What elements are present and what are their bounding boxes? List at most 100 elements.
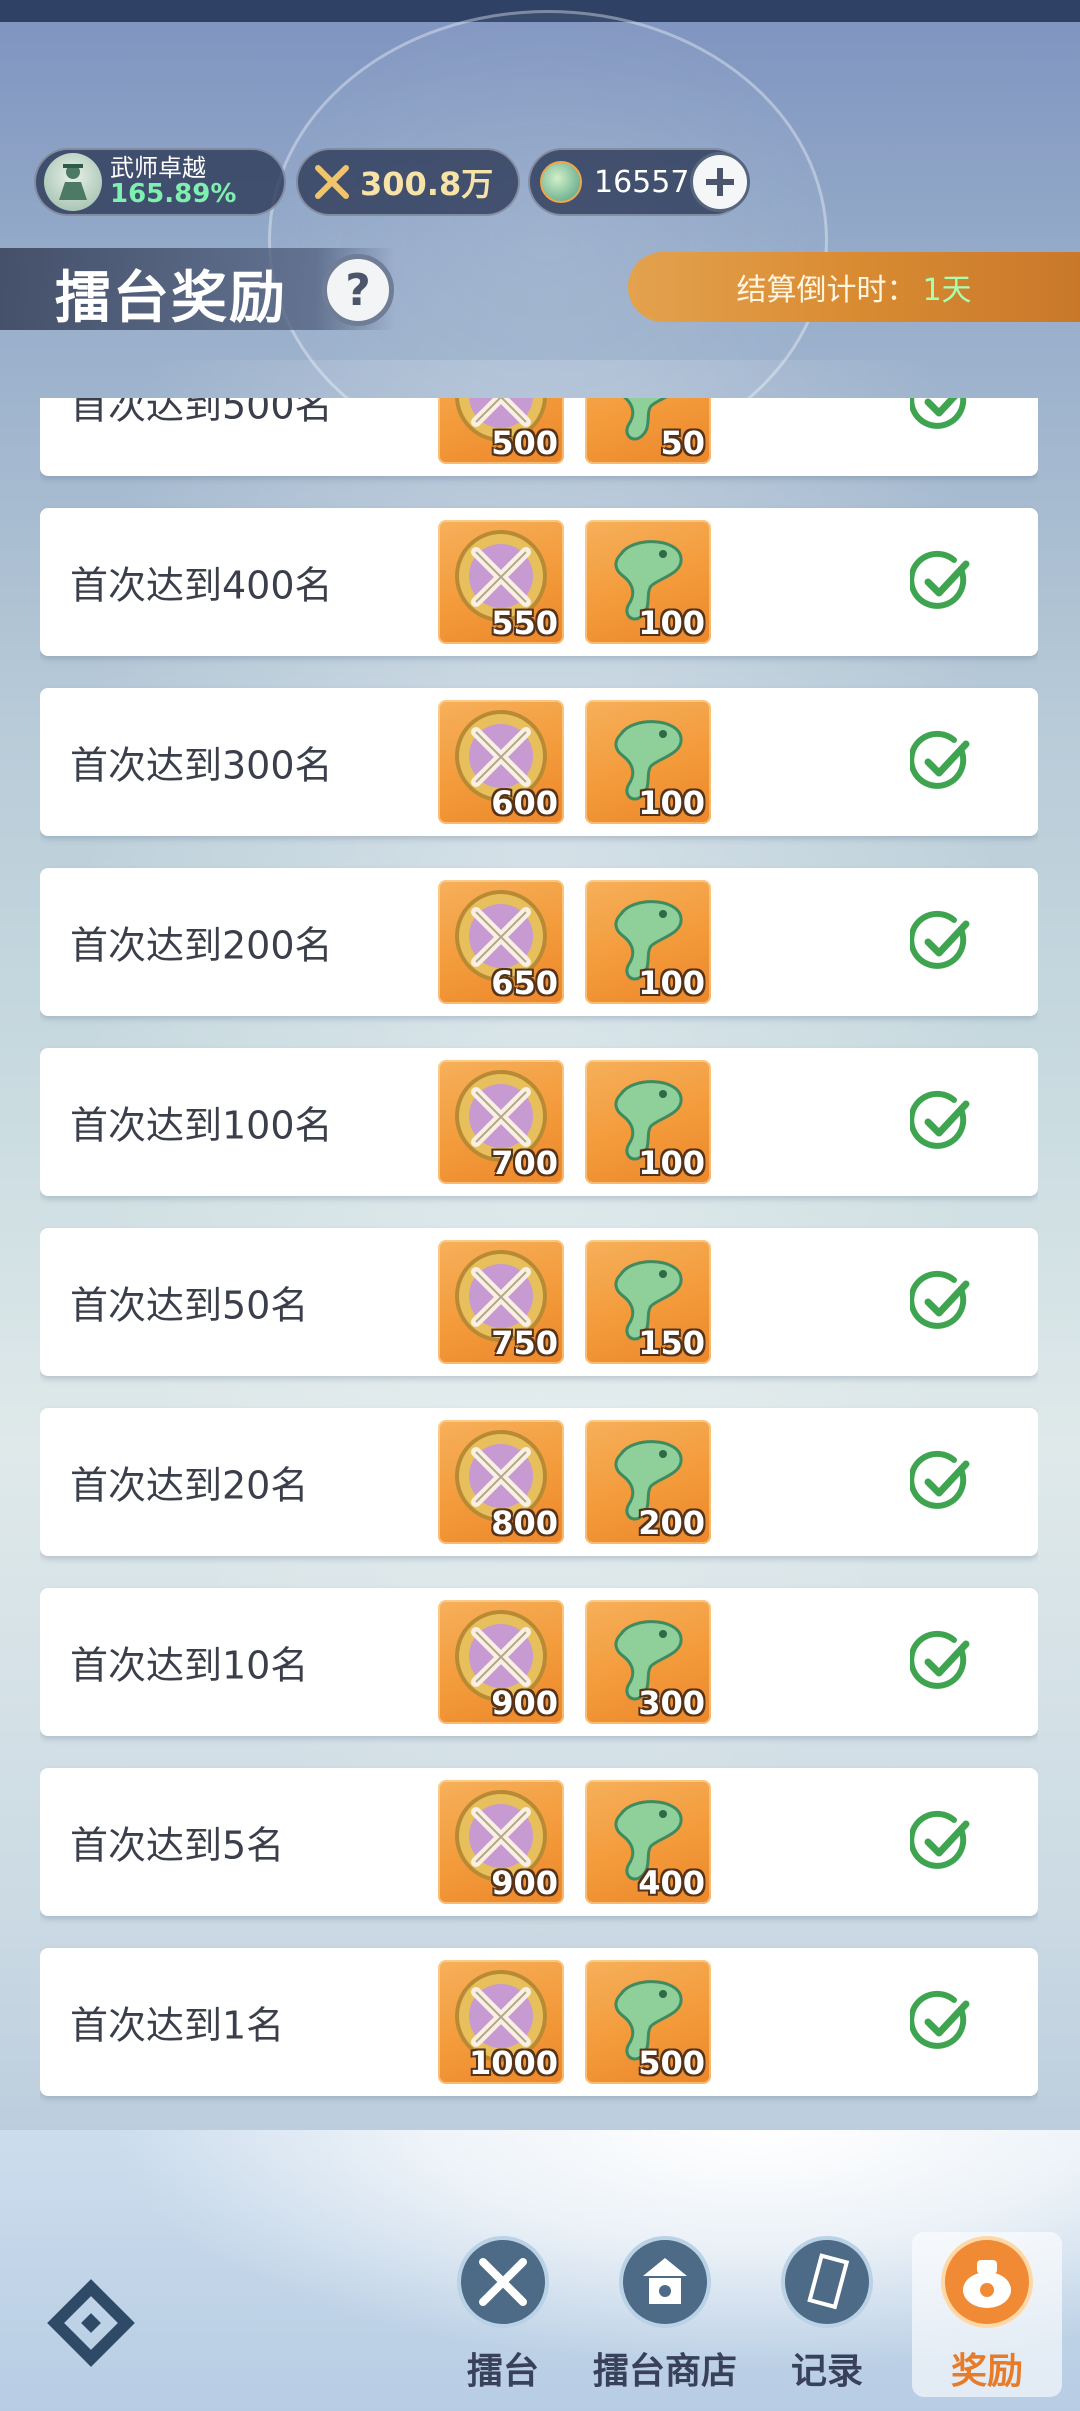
reward-quantity: 700 [491,1144,558,1182]
crossed-swords-token-icon[interactable]: 600 [438,700,564,824]
claimed-check-icon [910,1270,970,1329]
crossed-swords-token-icon[interactable]: 1000 [438,1960,564,2084]
rank-badge[interactable]: 武师卓越 165.89% [34,148,286,216]
nav-record-label: 记录 [790,2351,863,2392]
nav-record[interactable]: 记录 [752,2232,902,2397]
rank-name: 武师卓越 [110,153,206,182]
reward-quantity: 50 [660,424,705,462]
reward-quantity: 500 [491,424,558,462]
crossed-swords-token-icon[interactable]: 800 [438,1420,564,1544]
nav-arena-label: 擂台 [466,2351,539,2392]
reward-quantity: 800 [491,1504,558,1542]
jade-dragon-icon[interactable]: 500 [585,1960,711,2084]
reward-quantity: 600 [491,784,558,822]
nav-reward-label: 奖励 [950,2351,1023,2392]
reward-milestone-label: 首次达到5名 [70,1823,285,1868]
reward-quantity: 1000 [468,2044,558,2082]
claimed-check-icon [910,1990,970,2049]
reward-milestone-label: 首次达到50名 [70,1283,309,1328]
reward-milestone-label: 首次达到10名 [70,1643,309,1688]
claimed-check-icon [910,398,967,429]
reward-quantity: 500 [638,2044,705,2082]
reward-row: 首次达到400名 550 100 [40,508,1038,656]
reward-quantity: 750 [491,1324,558,1362]
reward-milestone-label: 首次达到20名 [70,1463,309,1508]
jade-dragon-icon[interactable]: 200 [585,1420,711,1544]
jade-dragon-icon[interactable]: 400 [585,1780,711,1904]
countdown-value: 1天 [922,273,972,308]
jade-amount: 16557 [594,164,690,200]
nav-reward[interactable]: 奖励 [912,2232,1062,2397]
reward-row: 首次达到200名 650 100 [40,868,1038,1016]
claimed-check-icon [910,910,970,969]
crossed-swords-coin-icon [315,165,349,199]
jade-dragon-icon[interactable]: 100 [585,700,711,824]
reward-quantity: 550 [491,604,558,642]
reward-row: 首次达到20名 800 200 [40,1408,1038,1556]
reward-quantity: 100 [638,964,705,1002]
reward-row: 首次达到1名 1000 500 [40,1948,1038,2096]
jade-dragon-icon[interactable]: 150 [585,1240,711,1364]
claimed-check-icon [910,1810,970,1869]
reward-row: 首次达到100名 700 100 [40,1048,1038,1196]
reward-row: 首次达到5名 900 400 [40,1768,1038,1916]
claimed-check-icon [910,1450,970,1509]
claimed-check-icon [910,1090,970,1149]
reward-row: 首次达到10名 900 300 [40,1588,1038,1736]
reward-list[interactable]: 首次达到500名 500 50 首次达到400名 550 100 首次达到300名 600 10… [40,398,1038,2108]
crossed-swords-token-icon[interactable]: 700 [438,1060,564,1184]
claimed-check-icon [910,1630,970,1689]
reward-quantity: 150 [638,1324,705,1362]
jade-dragon-icon[interactable]: 100 [585,520,711,644]
nav-arena[interactable]: 擂台 [428,2232,578,2397]
reward-row: 首次达到500名 500 50 [40,398,1038,476]
nav-arena-shop[interactable]: 擂台商店 [590,2232,740,2397]
warrior-avatar-icon [44,153,102,211]
jade-dragon-icon[interactable]: 300 [585,1600,711,1724]
crossed-swords-token-icon[interactable]: 750 [438,1240,564,1364]
settlement-countdown: 结算倒计时： 1天 [628,252,1080,322]
reward-row: 首次达到50名 750 150 [40,1228,1038,1376]
claimed-check-icon [910,730,970,789]
crossed-swords-token-icon[interactable]: 650 [438,880,564,1004]
reward-quantity: 100 [638,784,705,822]
jade-dragon-icon[interactable]: 100 [585,880,711,1004]
claimed-check-icon [910,550,970,609]
help-button[interactable]: ? [322,254,394,326]
plus-icon [706,168,734,196]
arena-shield-icon [457,2236,549,2328]
crossed-swords-token-icon[interactable]: 500 [438,398,564,464]
coin-amount: 300.8万 [360,165,494,203]
page-title: 擂台奖励 [55,266,287,331]
reward-row: 首次达到300名 600 100 [40,688,1038,836]
reward-milestone-label: 首次达到500名 [70,398,333,428]
rank-percent: 165.89% [110,178,237,209]
jade-dragon-icon[interactable]: 50 [585,398,711,464]
coin-counter[interactable]: 300.8万 [296,148,520,216]
countdown-label: 结算倒计时： [736,273,917,308]
reward-milestone-label: 首次达到400名 [70,563,333,608]
reward-milestone-label: 首次达到200名 [70,923,333,968]
reward-quantity: 300 [638,1684,705,1722]
add-currency-button[interactable] [690,152,750,212]
reward-milestone-label: 首次达到100名 [70,1103,333,1148]
crossed-swords-token-icon[interactable]: 900 [438,1780,564,1904]
reward-quantity: 900 [491,1684,558,1722]
jade-orb-icon [540,161,582,203]
crossed-swords-token-icon[interactable]: 550 [438,520,564,644]
reward-pouch-icon [941,2236,1033,2328]
reward-quantity: 100 [638,1144,705,1182]
reward-milestone-label: 首次达到300名 [70,743,333,788]
reward-quantity: 400 [638,1864,705,1902]
record-book-icon [781,2236,873,2328]
crossed-swords-token-icon[interactable]: 900 [438,1600,564,1724]
reward-quantity: 100 [638,604,705,642]
reward-milestone-label: 首次达到1名 [70,2003,285,2048]
jade-dragon-icon[interactable]: 100 [585,1060,711,1184]
shop-icon [619,2236,711,2328]
reward-quantity: 200 [638,1504,705,1542]
nav-arena-shop-label: 擂台商店 [592,2351,737,2392]
reward-quantity: 900 [491,1864,558,1902]
reward-quantity: 650 [491,964,558,1002]
game-logo-icon[interactable] [36,2268,146,2378]
